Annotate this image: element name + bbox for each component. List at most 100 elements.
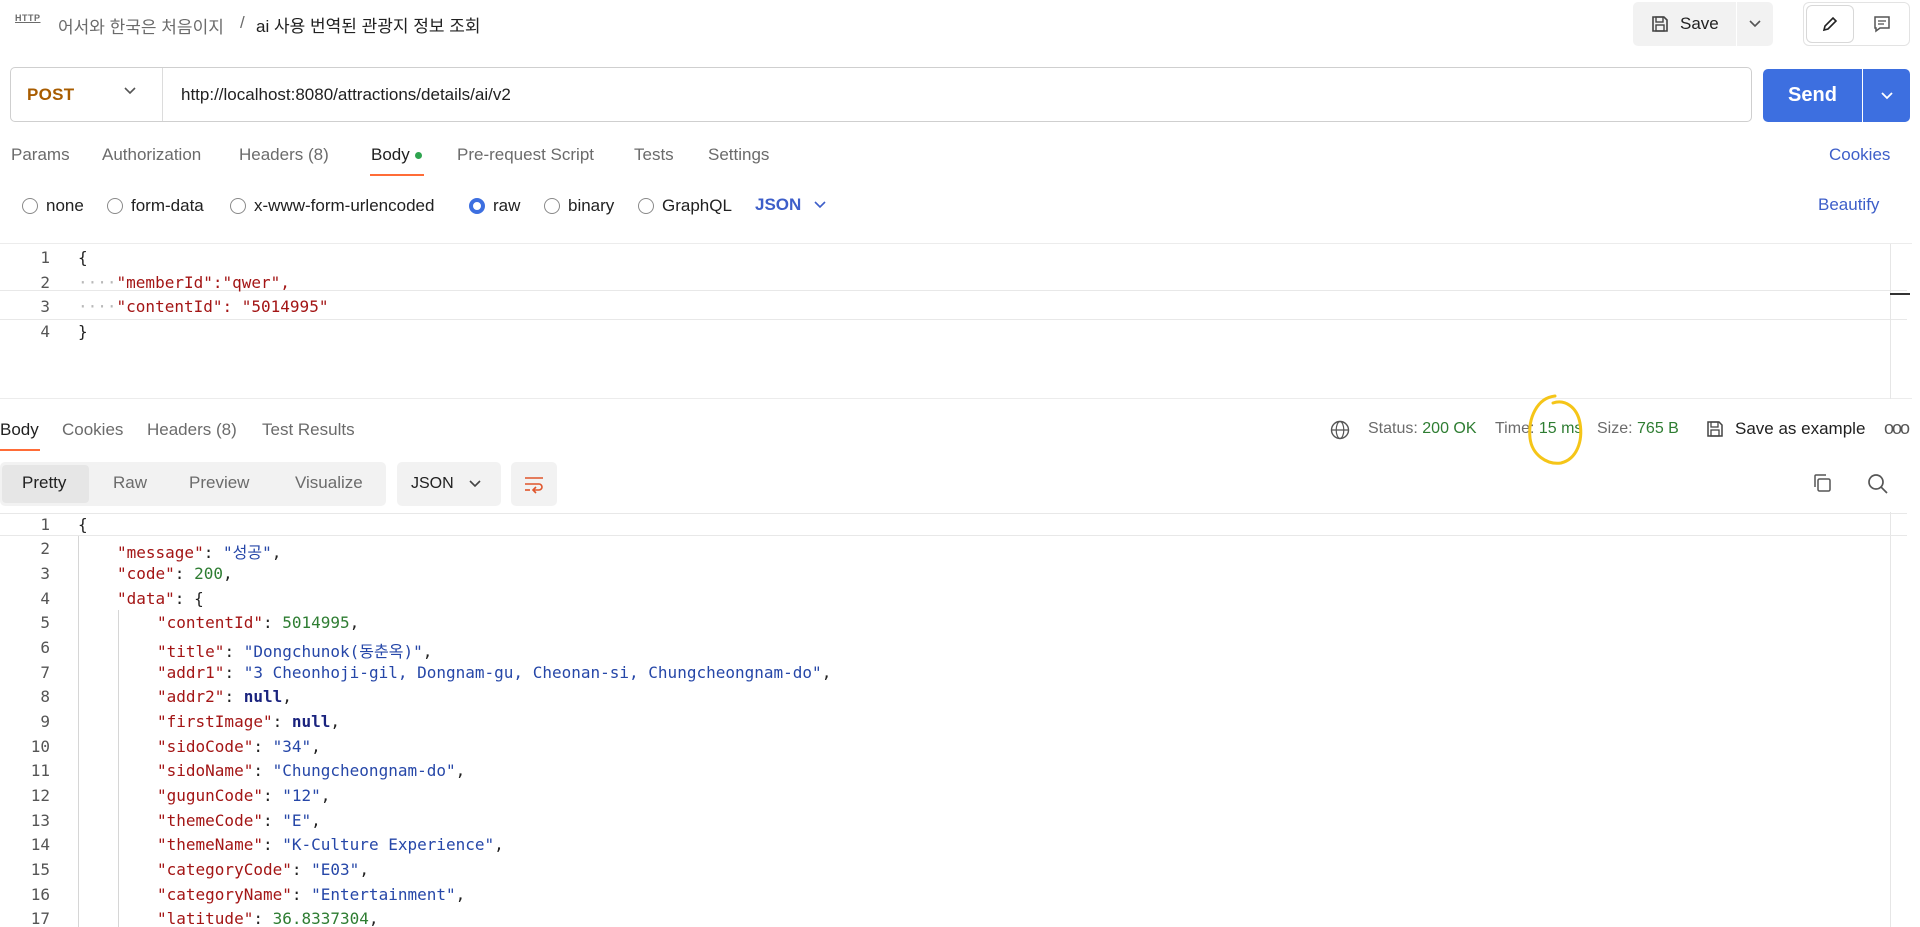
value-themeCode: E bbox=[291, 811, 302, 830]
globe-icon[interactable] bbox=[1329, 419, 1351, 441]
copy-icon[interactable] bbox=[1811, 472, 1833, 494]
url-input[interactable]: http://localhost:8080/attractions/detail… bbox=[181, 85, 511, 105]
view-preview[interactable]: Preview bbox=[189, 473, 249, 493]
request-body-editor[interactable] bbox=[0, 243, 1912, 399]
breadcrumb-separator: / bbox=[240, 13, 245, 32]
response-format-select[interactable]: JSON bbox=[397, 462, 501, 506]
tab-params[interactable]: Params bbox=[11, 145, 70, 165]
save-dropdown-button[interactable] bbox=[1737, 2, 1773, 46]
radio-graphql[interactable]: GraphQL bbox=[638, 196, 732, 216]
radio-raw[interactable]: raw bbox=[469, 196, 520, 216]
pencil-icon bbox=[1822, 16, 1838, 32]
active-tab-underline bbox=[0, 449, 40, 451]
line-number: 13 bbox=[30, 811, 50, 830]
code-line: "themeCode": "E", bbox=[157, 811, 321, 830]
value-themeName: K-Culture Experience bbox=[291, 835, 485, 854]
radio-circle bbox=[230, 198, 246, 214]
response-size[interactable]: Size: 765 B bbox=[1597, 420, 1679, 438]
line-number: 16 bbox=[30, 885, 50, 904]
code-line: "latitude": 36.8337304, bbox=[157, 909, 379, 927]
line-number: 12 bbox=[30, 786, 50, 805]
line-number: 1 bbox=[40, 515, 50, 534]
radio-x-www-form-urlencoded[interactable]: x-www-form-urlencoded bbox=[230, 196, 434, 216]
response-status[interactable]: Status: 200 OK bbox=[1368, 420, 1477, 438]
view-pretty[interactable]: Pretty bbox=[22, 473, 66, 493]
beautify-button[interactable]: Beautify bbox=[1818, 195, 1879, 215]
save-button[interactable]: Save bbox=[1633, 2, 1736, 46]
line-number: 17 bbox=[30, 909, 50, 927]
body-format-select[interactable]: JSON bbox=[755, 195, 827, 215]
breadcrumb-collection[interactable]: 어서와 한국은 처음이지 bbox=[58, 13, 224, 38]
tab-authorization[interactable]: Authorization bbox=[102, 145, 201, 165]
value-code: 200 bbox=[194, 564, 223, 583]
response-tab-cookies[interactable]: Cookies bbox=[62, 420, 123, 440]
value-sidoCode: 34 bbox=[282, 737, 302, 756]
active-line-highlight bbox=[0, 513, 1907, 536]
status-label: Status: bbox=[1368, 420, 1418, 437]
send-button[interactable]: Send bbox=[1763, 69, 1862, 122]
edit-button[interactable] bbox=[1807, 6, 1853, 42]
line-number: 14 bbox=[30, 835, 50, 854]
tab-headers[interactable]: Headers (8) bbox=[239, 145, 329, 165]
radio-binary[interactable]: binary bbox=[544, 196, 614, 216]
value-sidoName: Chungcheongnam-do bbox=[282, 761, 446, 780]
tab-settings[interactable]: Settings bbox=[708, 145, 769, 165]
save-as-example-label: Save as example bbox=[1735, 419, 1866, 438]
chevron-down-icon bbox=[1749, 20, 1761, 28]
request-title[interactable]: ai 사용 번역된 관광지 정보 조회 bbox=[256, 12, 481, 37]
code-line: "code": 200, bbox=[117, 564, 233, 583]
response-tab-headers[interactable]: Headers (8) bbox=[147, 420, 237, 440]
chevron-down-icon bbox=[814, 201, 826, 209]
code-line: "sidoName": "Chungcheongnam-do", bbox=[157, 761, 466, 780]
more-options-icon[interactable]: ooo bbox=[1884, 418, 1910, 439]
view-raw[interactable]: Raw bbox=[113, 473, 147, 493]
line-number: 3 bbox=[40, 297, 50, 316]
annotation-circle bbox=[1528, 394, 1583, 465]
tab-tests[interactable]: Tests bbox=[634, 145, 674, 165]
code-line: { bbox=[78, 515, 88, 534]
code-line-text: "contentId": "5014995" bbox=[116, 297, 329, 316]
line-number: 2 bbox=[40, 273, 50, 292]
request-editor-scrollbar[interactable] bbox=[1890, 244, 1891, 399]
radio-circle-selected bbox=[469, 198, 485, 214]
line-number: 5 bbox=[40, 613, 50, 632]
editor-mode-toggle bbox=[1803, 2, 1910, 46]
code-line: { bbox=[78, 248, 88, 267]
wrap-lines-button[interactable] bbox=[511, 462, 557, 506]
comments-button[interactable] bbox=[1859, 6, 1905, 42]
send-dropdown-button[interactable] bbox=[1863, 69, 1910, 122]
save-as-example-button[interactable]: Save as example bbox=[1705, 419, 1865, 439]
radio-label: GraphQL bbox=[662, 196, 732, 215]
tab-body[interactable]: Body bbox=[371, 145, 422, 165]
body-format-label: JSON bbox=[755, 195, 802, 214]
body-indicator-dot bbox=[414, 152, 422, 160]
view-visualize[interactable]: Visualize bbox=[295, 473, 363, 493]
code-line: "message": "성공", bbox=[117, 543, 282, 562]
response-tab-test-results[interactable]: Test Results bbox=[262, 420, 355, 440]
search-icon[interactable] bbox=[1866, 472, 1890, 496]
indent-guide bbox=[78, 536, 79, 927]
radio-form-data[interactable]: form-data bbox=[107, 196, 204, 216]
radio-none[interactable]: none bbox=[22, 196, 84, 216]
chevron-down-icon bbox=[469, 480, 481, 488]
line-number: 6 bbox=[40, 638, 50, 657]
url-bar: POST http://localhost:8080/attractions/d… bbox=[10, 67, 1752, 122]
cookies-link[interactable]: Cookies bbox=[1829, 145, 1890, 165]
line-number: 9 bbox=[40, 712, 50, 731]
line-number: 4 bbox=[40, 322, 50, 341]
line-number: 2 bbox=[40, 539, 50, 558]
code-line: "contentId": 5014995, bbox=[157, 613, 360, 632]
radio-circle bbox=[107, 198, 123, 214]
line-number: 15 bbox=[30, 860, 50, 879]
method-label: POST bbox=[27, 84, 75, 104]
response-editor-scrollbar[interactable] bbox=[1890, 512, 1891, 927]
http-icon: HTTP bbox=[15, 13, 41, 23]
radio-label: x-www-form-urlencoded bbox=[254, 196, 435, 215]
method-select[interactable]: POST bbox=[11, 68, 163, 121]
save-icon bbox=[1652, 16, 1668, 32]
tab-pre-request-script[interactable]: Pre-request Script bbox=[457, 145, 594, 165]
value-gugunCode: 12 bbox=[291, 786, 312, 805]
response-tab-body[interactable]: Body bbox=[0, 420, 39, 440]
request-header: HTTP 어서와 한국은 처음이지 / ai 사용 번역된 관광지 정보 조회 … bbox=[0, 0, 1920, 58]
line-number: 8 bbox=[40, 687, 50, 706]
